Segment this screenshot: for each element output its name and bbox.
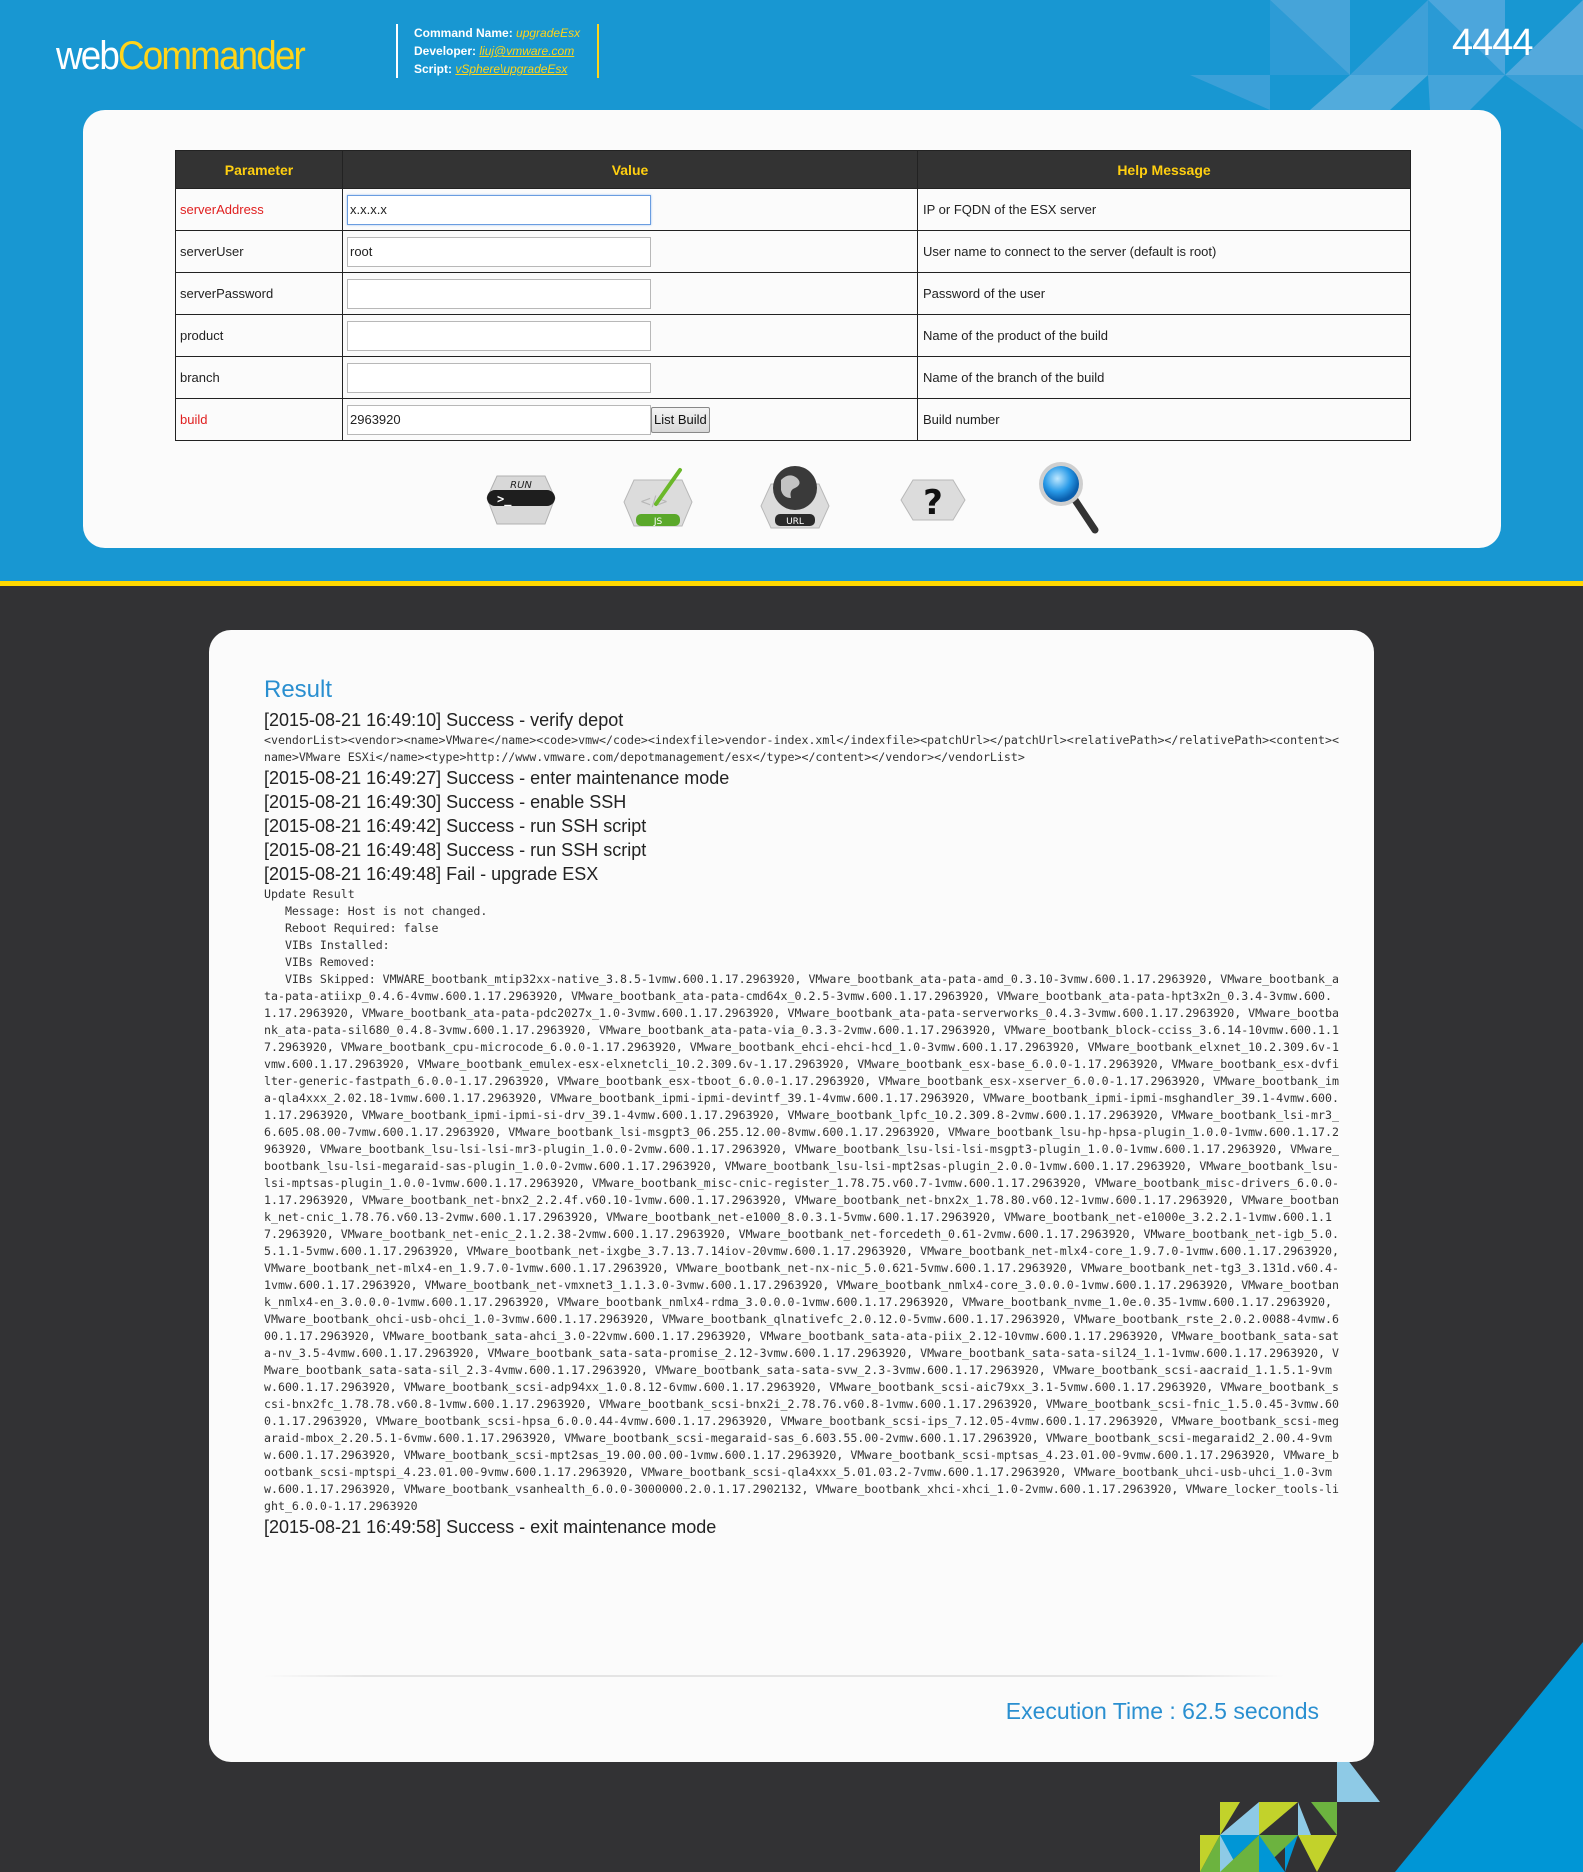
search-button[interactable] (1031, 458, 1107, 538)
developer-label: Developer: (414, 44, 480, 58)
script-link[interactable]: vSphere\upgradeEsx (455, 62, 567, 76)
param-row-build: build List Build Build number (175, 398, 1411, 441)
log-detail: <vendorList><vendor><name>VMware</name><… (264, 733, 1339, 764)
command-name-label: Command Name: (414, 26, 517, 40)
build-input[interactable] (347, 404, 651, 435)
column-header-parameter: Parameter (175, 150, 343, 189)
result-divider (264, 1675, 1284, 1677)
table-header-row: Parameter Value Help Message (175, 150, 1411, 189)
svg-text:>_: >_ (497, 492, 512, 507)
param-row-serverPassword: serverPassword Password of the user (175, 272, 1411, 315)
param-row-serverUser: serverUser User name to connect to the s… (175, 230, 1411, 273)
param-help: Name of the product of the build (917, 314, 1411, 357)
column-header-help: Help Message (917, 150, 1411, 189)
log-entry: [2015-08-21 16:49:27] Success - enter ma… (264, 768, 730, 788)
url-button[interactable]: URL (757, 458, 833, 538)
param-row-product: product Name of the product of the build (175, 314, 1411, 357)
magnifier-icon (1039, 462, 1099, 534)
param-row-serverAddress: serverAddress IP or FQDN of the ESX serv… (175, 188, 1411, 231)
serverAddress-input[interactable] (347, 194, 651, 225)
result-panel: Result [2015-08-21 16:49:10] Success - v… (209, 630, 1374, 1762)
js-icon: </> JS (623, 468, 693, 527)
param-row-branch: branch Name of the branch of the build (175, 356, 1411, 399)
script-label: Script: (414, 62, 456, 76)
param-help: Name of the branch of the build (917, 356, 1411, 399)
product-input[interactable] (347, 320, 651, 351)
header-band: webCommander Command Name: upgradeEsx De… (0, 0, 1583, 581)
job-id: 4444 (1452, 22, 1534, 64)
js-button[interactable]: </> JS (620, 458, 696, 538)
script-row: Script: vSphere\upgradeEsx (414, 60, 580, 78)
parameter-panel: Parameter Value Help Message serverAddre… (83, 110, 1501, 548)
param-value-cell (342, 356, 918, 399)
action-toolbar: RUN >_ </> JS URL ? (83, 458, 1501, 538)
param-help: User name to connect to the server (defa… (917, 230, 1411, 273)
parameter-table: Parameter Value Help Message serverAddre… (175, 150, 1411, 441)
help-button[interactable]: ? (895, 458, 971, 538)
param-name: build (175, 398, 343, 441)
param-name: branch (175, 356, 343, 399)
log-detail: Update Result Message: Host is not chang… (264, 887, 1339, 1513)
log-entry: [2015-08-21 16:49:58] Success - exit mai… (264, 1517, 717, 1537)
serverPassword-input[interactable] (347, 278, 651, 309)
param-help: IP or FQDN of the ESX server (917, 188, 1411, 231)
log-entry: [2015-08-21 16:49:48] Success - run SSH … (264, 840, 647, 860)
param-value-cell: List Build (342, 398, 918, 441)
execution-time: Execution Time : 62.5 seconds (1005, 1698, 1319, 1724)
column-header-value: Value (342, 150, 918, 189)
logo-text-commander: Commander (117, 34, 306, 78)
help-icon: ? (900, 479, 966, 523)
param-value-cell (342, 188, 918, 231)
info-divider (597, 24, 599, 78)
param-name: product (175, 314, 343, 357)
svg-text:</>: </> (640, 494, 668, 510)
param-help: Build number (917, 398, 1411, 441)
param-name: serverAddress (175, 188, 343, 231)
log-entry: [2015-08-21 16:49:10] Success - verify d… (264, 710, 624, 730)
list-build-button[interactable]: List Build (651, 406, 710, 433)
logo-text-web: web (56, 34, 120, 78)
url-icon: URL (760, 466, 830, 529)
branch-input[interactable] (347, 362, 651, 393)
log-entry: [2015-08-21 16:49:30] Success - enable S… (264, 792, 627, 812)
app-logo[interactable]: webCommander (56, 34, 306, 79)
param-value-cell (342, 314, 918, 357)
log-entry: [2015-08-21 16:49:48] Fail - upgrade ESX (264, 864, 599, 884)
run-icon: RUN >_ (486, 475, 556, 525)
developer-link[interactable]: liuj@vmware.com (479, 44, 574, 58)
serverUser-input[interactable] (347, 236, 651, 267)
developer-row: Developer: liuj@vmware.com (414, 42, 580, 60)
run-icon-label: RUN (510, 480, 532, 491)
url-icon-label: URL (786, 517, 804, 527)
command-name-value: upgradeEsx (516, 26, 581, 40)
run-button[interactable]: RUN >_ (483, 458, 559, 538)
param-value-cell (342, 230, 918, 273)
result-title: Result (264, 676, 333, 703)
log-entry: [2015-08-21 16:49:42] Success - run SSH … (264, 816, 647, 836)
param-name: serverUser (175, 230, 343, 273)
result-log: [2015-08-21 16:49:10] Success - verify d… (264, 708, 1344, 1539)
section-divider (0, 581, 1583, 586)
command-name-row: Command Name: upgradeEsx (414, 24, 580, 42)
js-icon-label: JS (653, 517, 663, 527)
param-help: Password of the user (917, 272, 1411, 315)
param-name: serverPassword (175, 272, 343, 315)
param-value-cell (342, 272, 918, 315)
command-info: Command Name: upgradeEsx Developer: liuj… (396, 24, 580, 78)
help-icon-label: ? (923, 483, 943, 523)
